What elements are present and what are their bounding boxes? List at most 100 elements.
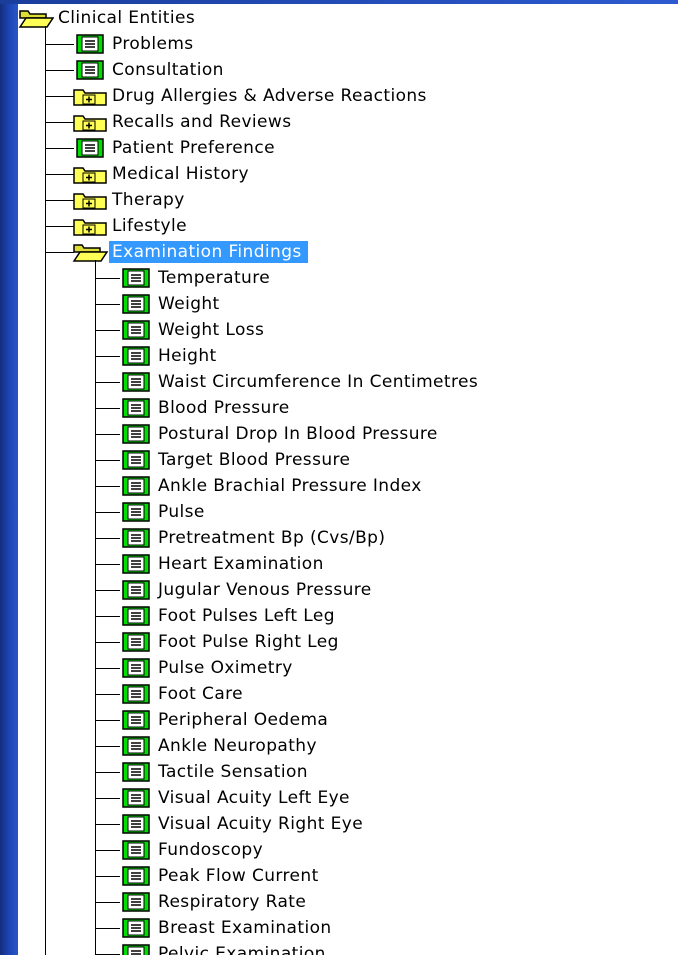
document-icon[interactable] bbox=[118, 319, 154, 341]
tree-item[interactable]: Drug Allergies & Adverse Reactions bbox=[72, 83, 430, 109]
tree-leaf[interactable]: Visual Acuity Left Eye bbox=[118, 785, 353, 811]
document-icon[interactable] bbox=[118, 423, 154, 445]
tree-leaf[interactable]: Ankle Brachial Pressure Index bbox=[118, 473, 425, 499]
tree-node-label[interactable]: Lifestyle bbox=[109, 215, 190, 237]
tree-node-label[interactable]: Weight Loss bbox=[155, 319, 267, 341]
tree-node-label[interactable]: Target Blood Pressure bbox=[155, 449, 353, 471]
document-icon[interactable] bbox=[118, 345, 154, 367]
document-icon[interactable] bbox=[118, 891, 154, 913]
tree-node-label[interactable]: Foot Pulses Left Leg bbox=[155, 605, 338, 627]
tree-leaf[interactable]: Foot Pulse Right Leg bbox=[118, 629, 342, 655]
tree-leaf[interactable]: Peripheral Oedema bbox=[118, 707, 331, 733]
document-icon[interactable] bbox=[118, 657, 154, 679]
tree-leaf[interactable]: Weight bbox=[118, 291, 223, 317]
tree-item[interactable]: Examination Findings bbox=[72, 239, 308, 265]
tree-leaf[interactable]: Jugular Venous Pressure bbox=[118, 577, 375, 603]
tree-leaf[interactable]: Fundoscopy bbox=[118, 837, 266, 863]
tree-node-label[interactable]: Peripheral Oedema bbox=[155, 709, 331, 731]
tree-leaf[interactable]: Blood Pressure bbox=[118, 395, 293, 421]
tree-node-label[interactable]: Visual Acuity Left Eye bbox=[155, 787, 353, 809]
tree-node-label[interactable]: Recalls and Reviews bbox=[109, 111, 294, 133]
document-icon[interactable] bbox=[72, 137, 108, 159]
tree-node-label[interactable]: Respiratory Rate bbox=[155, 891, 309, 913]
document-icon[interactable] bbox=[118, 839, 154, 861]
tree-item[interactable]: Medical History bbox=[72, 161, 252, 187]
tree-node-label[interactable]: Pelvic Examination bbox=[155, 943, 329, 955]
tree-leaf[interactable]: Height bbox=[118, 343, 220, 369]
document-icon[interactable] bbox=[118, 475, 154, 497]
tree-leaf[interactable]: Heart Examination bbox=[118, 551, 327, 577]
tree-node-label[interactable]: Foot Pulse Right Leg bbox=[155, 631, 342, 653]
tree-node-label[interactable]: Blood Pressure bbox=[155, 397, 293, 419]
folder-expand-icon[interactable] bbox=[72, 215, 108, 237]
tree-node-label[interactable]: Pretreatment Bp (Cvs/Bp) bbox=[155, 527, 388, 549]
document-icon[interactable] bbox=[118, 709, 154, 731]
tree-node-label[interactable]: Jugular Venous Pressure bbox=[155, 579, 375, 601]
document-icon[interactable] bbox=[118, 683, 154, 705]
tree-node-label[interactable]: Clinical Entities bbox=[55, 7, 198, 29]
tree-leaf[interactable]: Respiratory Rate bbox=[118, 889, 309, 915]
tree-leaf[interactable]: Weight Loss bbox=[118, 317, 267, 343]
tree-node-label[interactable]: Breast Examination bbox=[155, 917, 335, 939]
tree-leaf[interactable]: Visual Acuity Right Eye bbox=[118, 811, 366, 837]
tree-leaf[interactable]: Pulse Oximetry bbox=[118, 655, 296, 681]
tree-item[interactable]: Recalls and Reviews bbox=[72, 109, 294, 135]
document-icon[interactable] bbox=[118, 735, 154, 757]
tree-node-label[interactable]: Visual Acuity Right Eye bbox=[155, 813, 366, 835]
folder-expand-icon[interactable] bbox=[72, 85, 108, 107]
tree-leaf[interactable]: Pelvic Examination bbox=[118, 941, 329, 955]
tree-leaf[interactable]: Breast Examination bbox=[118, 915, 335, 941]
tree-node-label[interactable]: Medical History bbox=[109, 163, 252, 185]
tree-leaf[interactable]: Pretreatment Bp (Cvs/Bp) bbox=[118, 525, 388, 551]
document-icon[interactable] bbox=[118, 761, 154, 783]
tree-node-label[interactable]: Therapy bbox=[109, 189, 188, 211]
tree-node-label[interactable]: Consultation bbox=[109, 59, 227, 81]
tree-node-label[interactable]: Weight bbox=[155, 293, 223, 315]
tree-node-label[interactable]: Postural Drop In Blood Pressure bbox=[155, 423, 441, 445]
tree-item[interactable]: Consultation bbox=[72, 57, 227, 83]
tree-leaf[interactable]: Peak Flow Current bbox=[118, 863, 322, 889]
tree-leaf[interactable]: Ankle Neuropathy bbox=[118, 733, 320, 759]
document-icon[interactable] bbox=[118, 371, 154, 393]
tree-node-label[interactable]: Ankle Neuropathy bbox=[155, 735, 320, 757]
document-icon[interactable] bbox=[118, 579, 154, 601]
clinical-entities-tree[interactable]: Clinical Entities Problems Consultation Dru… bbox=[18, 4, 678, 955]
document-icon[interactable] bbox=[118, 631, 154, 653]
tree-leaf[interactable]: Foot Pulses Left Leg bbox=[118, 603, 338, 629]
tree-node-label[interactable]: Waist Circumference In Centimetres bbox=[155, 371, 481, 393]
tree-node-label[interactable]: Ankle Brachial Pressure Index bbox=[155, 475, 425, 497]
folder-expand-icon[interactable] bbox=[72, 111, 108, 133]
document-icon[interactable] bbox=[118, 293, 154, 315]
tree-leaf[interactable]: Tactile Sensation bbox=[118, 759, 311, 785]
tree-item[interactable]: Problems bbox=[72, 31, 197, 57]
tree-node-label[interactable]: Drug Allergies & Adverse Reactions bbox=[109, 85, 430, 107]
document-icon[interactable] bbox=[118, 865, 154, 887]
document-icon[interactable] bbox=[118, 527, 154, 549]
document-icon[interactable] bbox=[118, 813, 154, 835]
folder-expand-icon[interactable] bbox=[72, 189, 108, 211]
document-icon[interactable] bbox=[72, 33, 108, 55]
tree-node-label[interactable]: Foot Care bbox=[155, 683, 246, 705]
tree-leaf[interactable]: Foot Care bbox=[118, 681, 246, 707]
tree-node-label[interactable]: Height bbox=[155, 345, 220, 367]
document-icon[interactable] bbox=[118, 943, 154, 955]
tree-leaf[interactable]: Waist Circumference In Centimetres bbox=[118, 369, 481, 395]
tree-node-label[interactable]: Patient Preference bbox=[109, 137, 278, 159]
tree-leaf[interactable]: Target Blood Pressure bbox=[118, 447, 353, 473]
tree-item[interactable]: Therapy bbox=[72, 187, 188, 213]
tree-item[interactable]: Patient Preference bbox=[72, 135, 278, 161]
tree-item[interactable]: Lifestyle bbox=[72, 213, 190, 239]
tree-leaf[interactable]: Pulse bbox=[118, 499, 208, 525]
tree-node-label[interactable]: Temperature bbox=[155, 267, 273, 289]
tree-leaf[interactable]: Postural Drop In Blood Pressure bbox=[118, 421, 441, 447]
folder-open-icon[interactable] bbox=[72, 241, 108, 263]
tree-node-label[interactable]: Problems bbox=[109, 33, 197, 55]
tree-node-label[interactable]: Pulse bbox=[155, 501, 208, 523]
document-icon[interactable] bbox=[118, 397, 154, 419]
document-icon[interactable] bbox=[118, 787, 154, 809]
folder-expand-icon[interactable] bbox=[72, 163, 108, 185]
document-icon[interactable] bbox=[118, 553, 154, 575]
document-icon[interactable] bbox=[72, 59, 108, 81]
tree-node-label[interactable]: Fundoscopy bbox=[155, 839, 266, 861]
tree-node-label[interactable]: Examination Findings bbox=[109, 241, 308, 263]
